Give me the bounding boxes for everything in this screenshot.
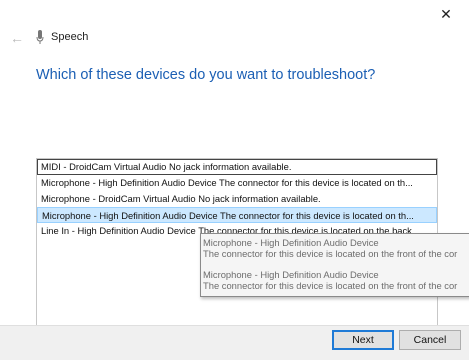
page-heading: Which of these devices do you want to tr… bbox=[36, 67, 376, 83]
next-button[interactable]: Next bbox=[332, 330, 394, 350]
device-list-item[interactable]: Microphone - DroidCam Virtual Audio No j… bbox=[37, 191, 437, 207]
troubleshooter-window: ✕ ← Speech Which of these devices do you… bbox=[0, 0, 469, 360]
device-tooltip: Microphone - High Definition Audio Devic… bbox=[200, 233, 469, 297]
close-icon: ✕ bbox=[440, 5, 452, 22]
tooltip-title: Microphone - High Definition Audio Devic… bbox=[203, 269, 379, 280]
close-button[interactable]: ✕ bbox=[431, 2, 461, 26]
back-arrow-icon: ← bbox=[10, 30, 24, 46]
tooltip-title: Microphone - High Definition Audio Devic… bbox=[203, 237, 379, 248]
app-title: Speech bbox=[51, 31, 89, 43]
device-list-item-selected[interactable]: Microphone - High Definition Audio Devic… bbox=[37, 207, 437, 223]
tooltip-spacer bbox=[203, 259, 469, 269]
back-button[interactable]: ← bbox=[8, 29, 26, 47]
tooltip-detail: The connector for this device is located… bbox=[203, 280, 458, 291]
microphone-icon bbox=[36, 30, 44, 44]
title-bar: ✕ ← Speech bbox=[0, 0, 469, 60]
device-list-item[interactable]: Microphone - High Definition Audio Devic… bbox=[37, 175, 437, 191]
cancel-button[interactable]: Cancel bbox=[399, 330, 461, 350]
tooltip-detail: The connector for this device is located… bbox=[203, 248, 458, 259]
device-list-item[interactable]: MIDI - DroidCam Virtual Audio No jack in… bbox=[37, 159, 437, 175]
